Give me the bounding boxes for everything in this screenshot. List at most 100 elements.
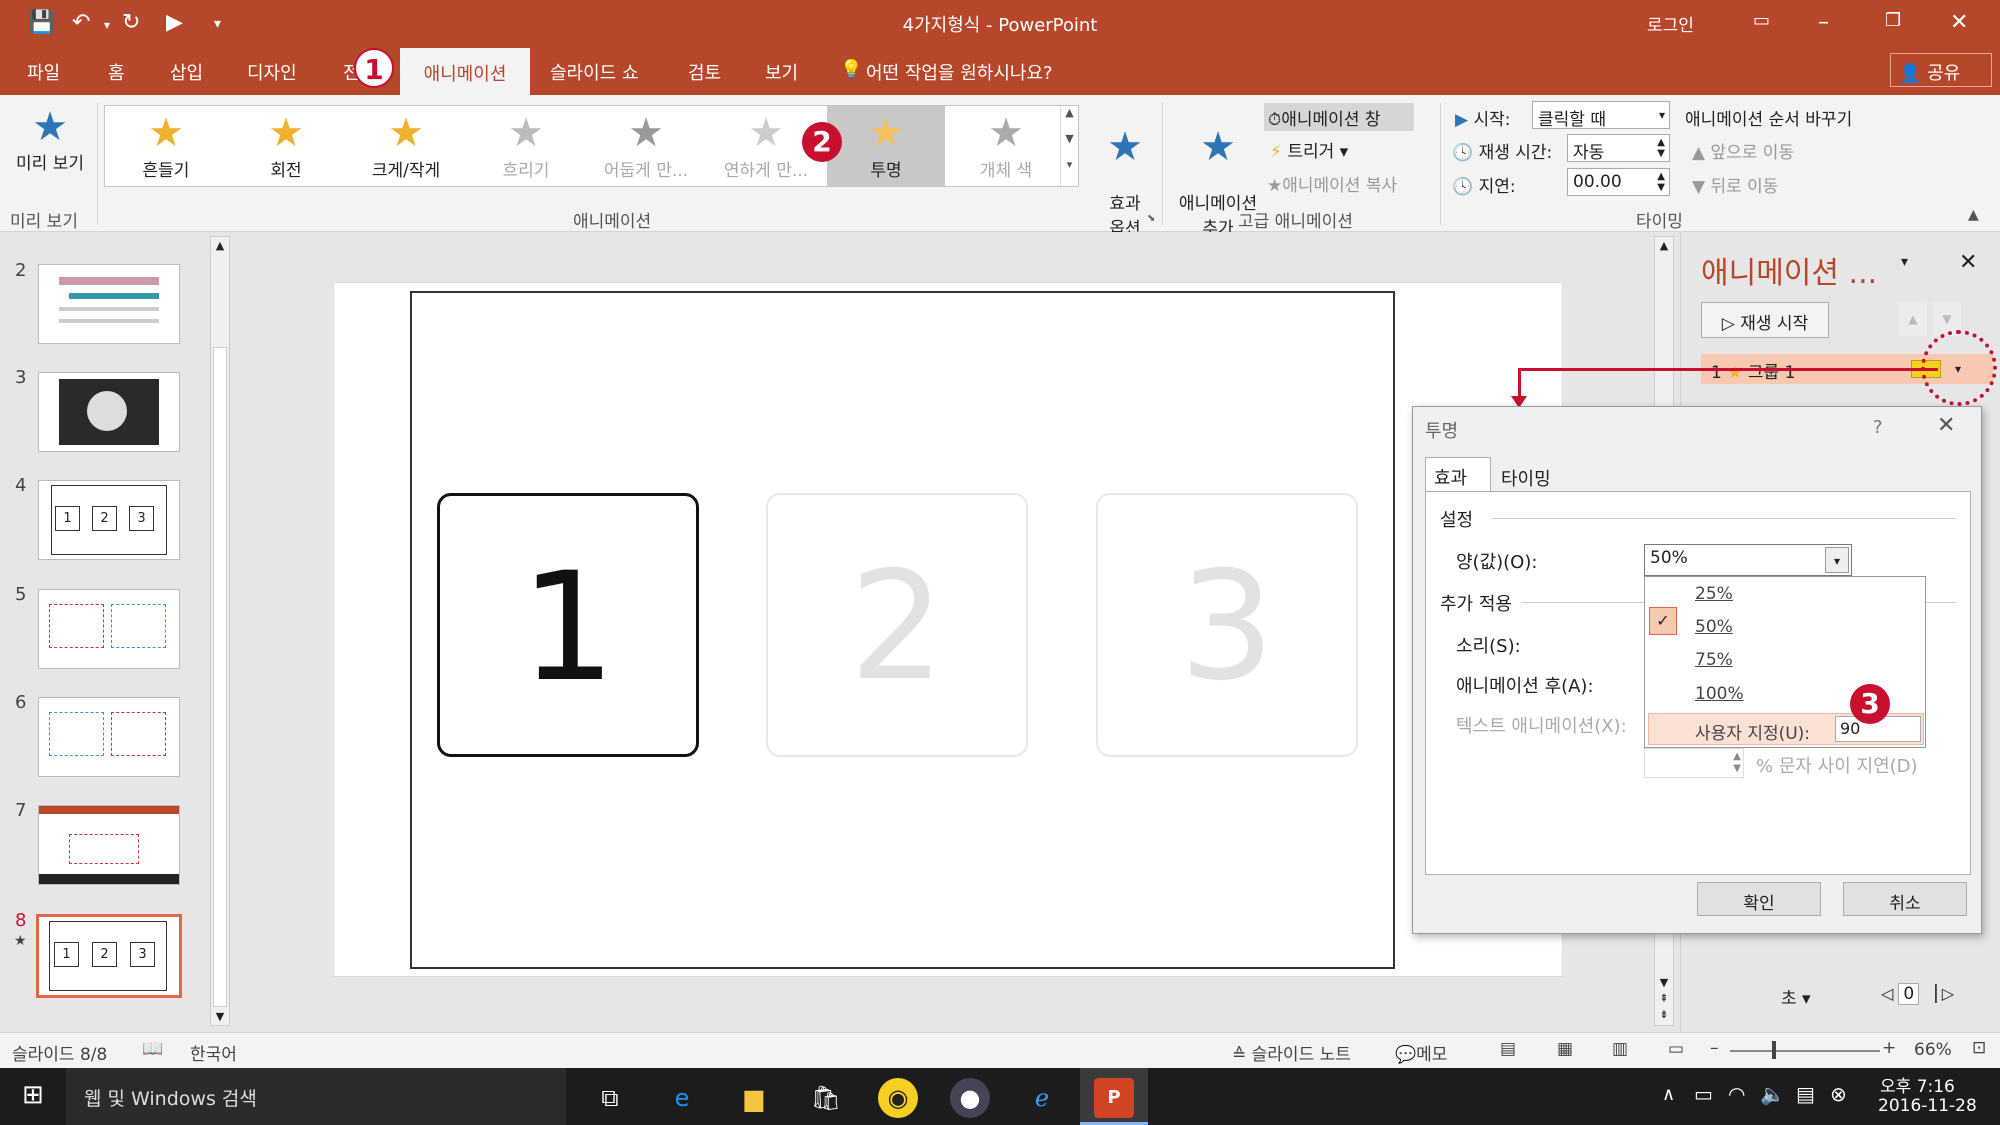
card-1[interactable]: 1: [437, 493, 699, 757]
minimize-icon[interactable]: –: [1818, 10, 1829, 35]
delay-percent-label: % 문자 사이 지연(D): [1756, 756, 1918, 777]
zoom-slider-thumb[interactable]: [1772, 1041, 1776, 1059]
delay-input[interactable]: 00.00 ▲ ▼: [1567, 168, 1670, 196]
share-label: 공유: [1927, 63, 1961, 84]
normal-view-icon[interactable]: ▤: [1500, 1039, 1516, 1059]
slide-thumbnail-6[interactable]: [38, 697, 180, 777]
tab-file[interactable]: 파일: [27, 59, 60, 85]
slide-thumbnail-3[interactable]: [38, 372, 180, 452]
edge-icon[interactable]: e: [662, 1078, 702, 1118]
search-box[interactable]: 웹 및 Windows 검색: [66, 1068, 566, 1125]
file-explorer-icon[interactable]: ▆: [734, 1078, 774, 1118]
slide-content-frame[interactable]: 1 2 3: [410, 291, 1395, 969]
zoom-level[interactable]: 66%: [1914, 1040, 1952, 1060]
media-icon[interactable]: ●: [950, 1078, 990, 1118]
collapse-ribbon-icon[interactable]: ▲: [1968, 207, 1979, 223]
restore-icon[interactable]: ❐: [1885, 10, 1901, 31]
animation-pane-button[interactable]: ⏱애니메이션 창: [1264, 103, 1414, 131]
ribbon-display-icon[interactable]: ▭: [1753, 10, 1770, 31]
anim-teeter[interactable]: ★ 흔들기: [107, 106, 225, 186]
battery-icon[interactable]: ▭: [1694, 1082, 1713, 1106]
tray-chevron-icon[interactable]: ∧: [1662, 1084, 1675, 1105]
dialog-tab-timing[interactable]: 타이밍: [1493, 461, 1571, 491]
windows-start-icon[interactable]: ⊞: [22, 1080, 44, 1110]
tab-design[interactable]: 디자인: [247, 59, 297, 85]
tab-slideshow[interactable]: 슬라이드 쇼: [550, 59, 639, 85]
slide-thumbnail-8[interactable]: 1 2 3: [36, 914, 182, 998]
preview-label: 미리 보기: [16, 154, 84, 174]
reading-view-icon[interactable]: ▥: [1612, 1039, 1628, 1059]
preview-button[interactable]: ★ 미리 보기: [6, 105, 94, 174]
notes-button[interactable]: ≙ 슬라이드 노트: [1232, 1040, 1351, 1065]
clock-time[interactable]: 오후 7:16: [1880, 1072, 1955, 1097]
card-2[interactable]: 2: [766, 493, 1028, 757]
option-50[interactable]: 50%: [1695, 617, 1733, 637]
dialog-close-icon[interactable]: ✕: [1937, 413, 1955, 438]
fit-slide-icon[interactable]: ⊡: [1972, 1038, 1986, 1058]
start-select[interactable]: 클릭할 때 ▾: [1532, 101, 1670, 130]
kakao-icon[interactable]: ◉: [878, 1078, 918, 1118]
cancel-button[interactable]: 취소: [1843, 882, 1967, 916]
card-3[interactable]: 3: [1096, 493, 1358, 757]
thumbs-scrollbar[interactable]: ▲ ▼: [210, 236, 230, 1026]
amount-select[interactable]: 50% ▾: [1644, 544, 1852, 576]
tab-review[interactable]: 검토: [688, 59, 721, 85]
comments-button[interactable]: 💬메모: [1395, 1040, 1447, 1065]
tell-me-box[interactable]: 어떤 작업을 원하시나요?: [866, 59, 1053, 85]
close-icon[interactable]: ✕: [1950, 10, 1968, 35]
task-view-icon[interactable]: ⧉: [590, 1078, 630, 1118]
zoom-slider[interactable]: [1730, 1050, 1880, 1052]
sorter-view-icon[interactable]: ▦: [1557, 1039, 1573, 1059]
wifi-icon[interactable]: ◠: [1728, 1082, 1745, 1106]
anim-grow-shrink[interactable]: ★ 크게/작게: [347, 106, 465, 186]
clock-icon: 🕓: [1452, 143, 1474, 163]
delay-percent-input[interactable]: ▲ ▼: [1644, 748, 1744, 778]
move-later-button[interactable]: ▼ 뒤로 이동: [1692, 172, 1778, 197]
play-from-button[interactable]: ▷ 재생 시작: [1701, 302, 1829, 338]
anim-darken[interactable]: ★ 어둡게 만...: [587, 106, 705, 186]
powerpoint-taskbar-button[interactable]: P: [1080, 1068, 1148, 1125]
slide-thumbnail-4[interactable]: 1 2 3: [38, 480, 180, 560]
anim-spin[interactable]: ★ 회전: [227, 106, 345, 186]
ime-icon[interactable]: ⊗: [1830, 1082, 1847, 1106]
option-100[interactable]: 100%: [1695, 684, 1744, 704]
tab-home[interactable]: 홈: [108, 59, 125, 85]
pane-options-icon[interactable]: ▾: [1901, 254, 1908, 270]
timeline-zoom[interactable]: ◁ 0 ▕ ▷: [1881, 983, 1954, 1005]
ie-icon[interactable]: ℯ: [1022, 1078, 1062, 1118]
gallery-scroll[interactable]: ▲ ▼ ▾: [1060, 106, 1078, 186]
tab-view[interactable]: 보기: [765, 59, 798, 85]
anim-object-color[interactable]: ★ 개체 색: [947, 106, 1065, 186]
slideshow-view-icon[interactable]: ▭: [1668, 1039, 1684, 1059]
zoom-in-icon[interactable]: +: [1882, 1038, 1896, 1058]
option-75[interactable]: 75%: [1695, 650, 1733, 670]
language-label[interactable]: 한국어: [190, 1040, 237, 1065]
volume-icon[interactable]: 🔈: [1760, 1082, 1785, 1106]
trigger-button[interactable]: ⚡ 트리거 ▾: [1270, 137, 1348, 162]
spellcheck-icon[interactable]: 📖: [142, 1039, 163, 1059]
move-up-button[interactable]: ▲: [1899, 302, 1927, 336]
slide-thumbnail-2[interactable]: [38, 264, 180, 344]
slide-thumbnail-7[interactable]: [38, 805, 180, 885]
animation-painter-button[interactable]: ★애니메이션 복사: [1267, 171, 1397, 196]
duration-input[interactable]: 자동 ▲ ▼: [1567, 134, 1670, 163]
anim-desaturate[interactable]: ★ 흐리기: [467, 106, 585, 186]
move-earlier-button[interactable]: ▲ 앞으로 이동: [1692, 138, 1794, 163]
tab-animations[interactable]: 애니메이션: [400, 48, 530, 95]
thumb-number: 7: [15, 800, 27, 821]
dialog-tab-effect[interactable]: 효과: [1425, 457, 1491, 491]
login-link[interactable]: 로그인: [1647, 11, 1694, 36]
zoom-out-icon[interactable]: –: [1710, 1038, 1719, 1058]
help-icon[interactable]: ?: [1873, 417, 1883, 438]
pane-close-icon[interactable]: ✕: [1959, 250, 1977, 275]
clock-date[interactable]: 2016-11-28: [1878, 1096, 1977, 1116]
notification-icon[interactable]: ▤: [1796, 1082, 1815, 1106]
tab-insert[interactable]: 삽입: [170, 59, 203, 85]
ok-button[interactable]: 확인: [1697, 882, 1821, 916]
share-button[interactable]: 👤 공유: [1890, 53, 1992, 87]
store-icon[interactable]: 🛍: [806, 1078, 846, 1118]
option-25[interactable]: 25%: [1695, 584, 1733, 604]
slide-thumbnail-5[interactable]: [38, 589, 180, 669]
anim-transparency[interactable]: ★ 투명: [827, 106, 945, 186]
seconds-dropdown[interactable]: 초 ▾: [1781, 984, 1811, 1009]
